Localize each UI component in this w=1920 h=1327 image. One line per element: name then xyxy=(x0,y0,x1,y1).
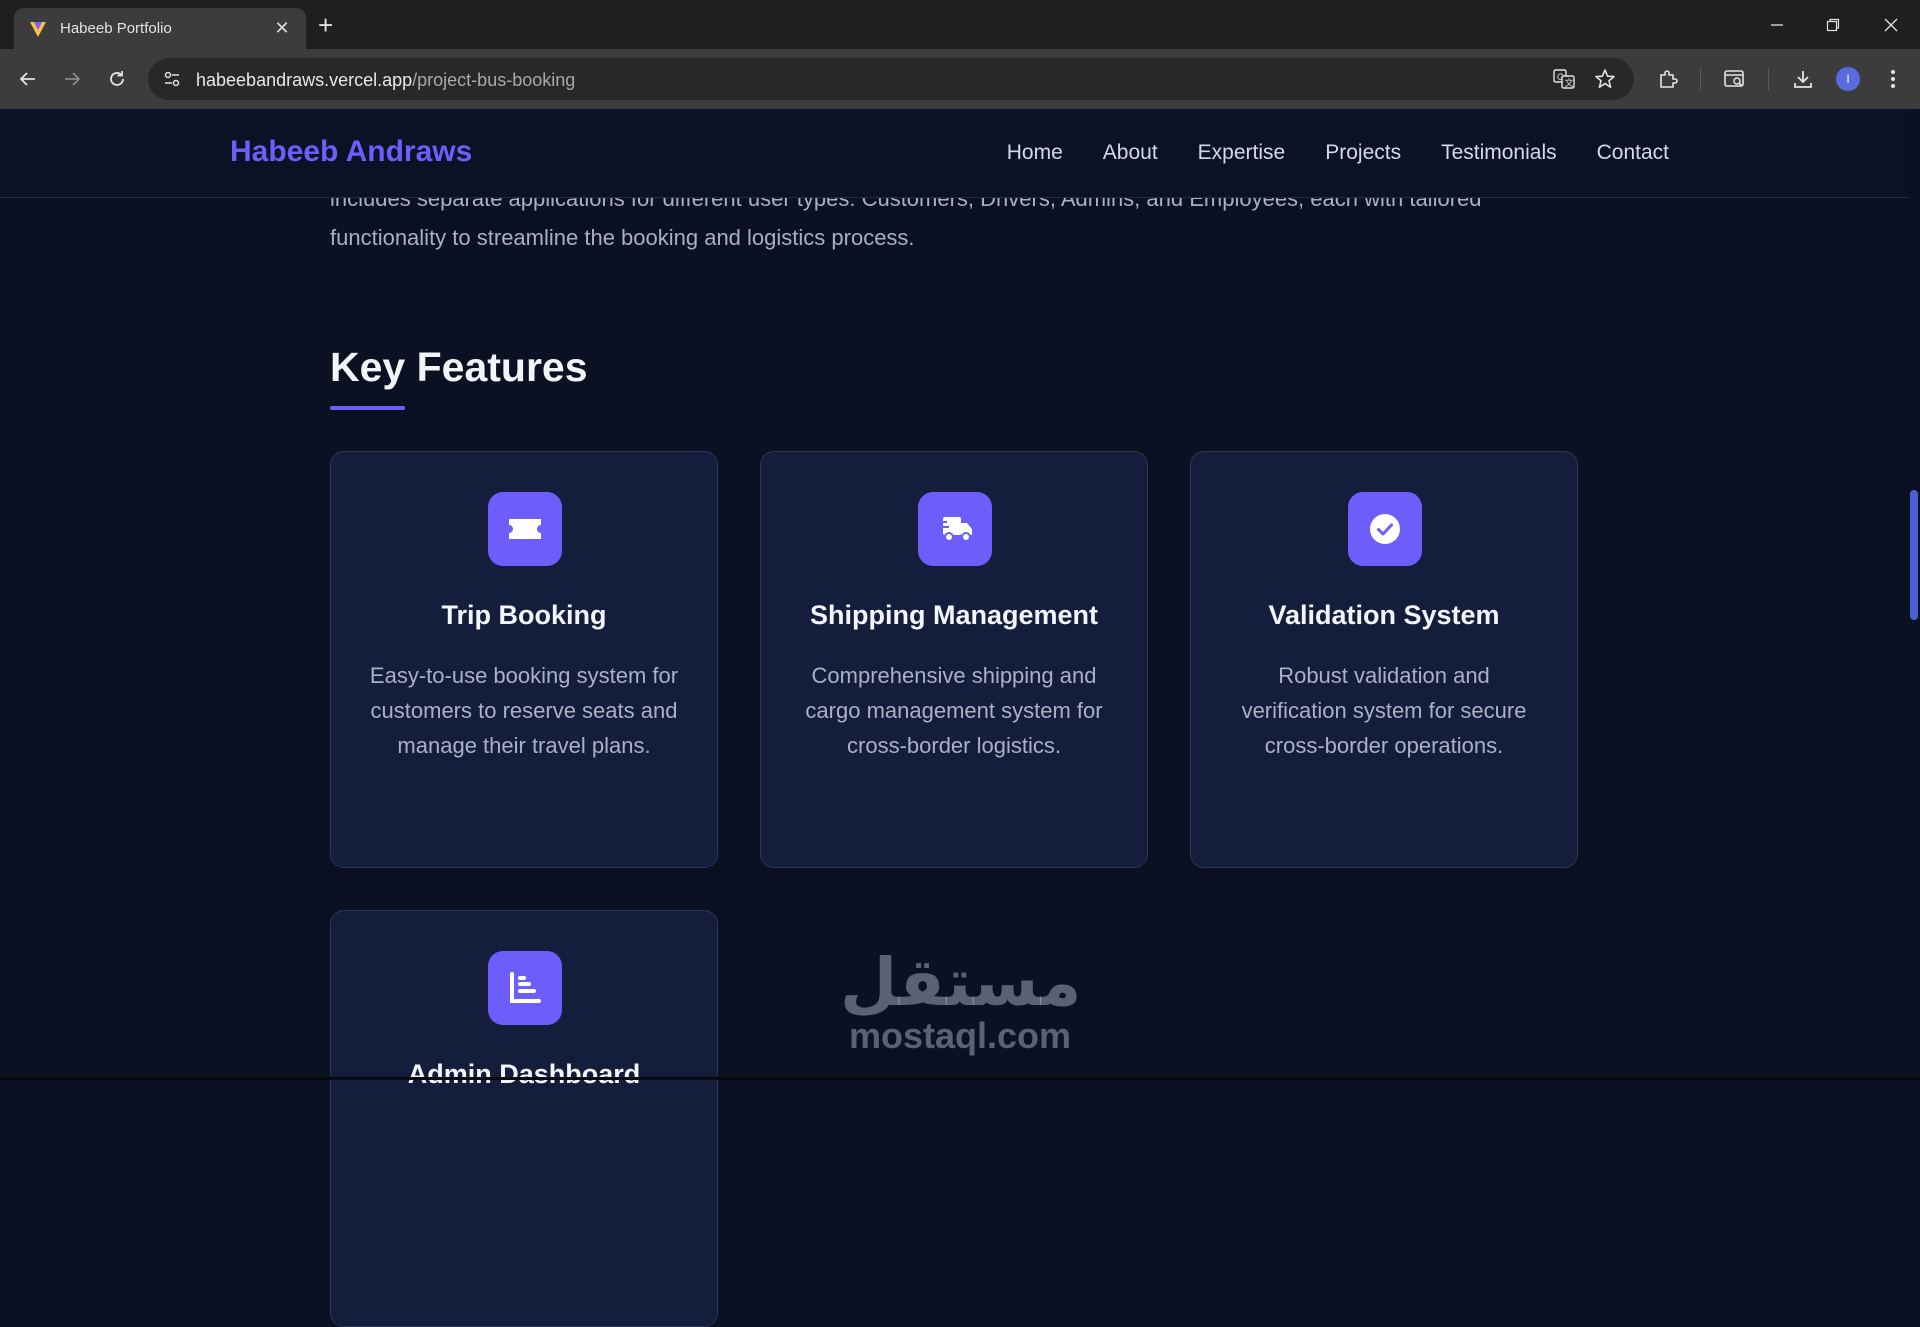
tab-title: Habeeb Portfolio xyxy=(60,20,172,37)
address-bar[interactable]: habeebandraws.vercel.app/project-bus-boo… xyxy=(148,58,1634,100)
nav-testimonials[interactable]: Testimonials xyxy=(1441,141,1557,165)
title-underline xyxy=(330,406,405,410)
page-scrollbar-thumb[interactable] xyxy=(1910,490,1918,620)
forward-arrow-icon[interactable] xyxy=(59,66,85,92)
feature-title: Admin Dashboard xyxy=(407,1059,641,1089)
extensions-puzzle-icon[interactable] xyxy=(1655,66,1681,92)
shipping-truck-icon xyxy=(918,492,992,566)
site-logo[interactable]: Habeeb Andraws xyxy=(230,135,472,169)
vercel-favicon-icon xyxy=(28,19,48,39)
svg-text:文: 文 xyxy=(1565,77,1574,89)
feature-card-shipping-management: Shipping Management Comprehensive shippi… xyxy=(760,451,1148,868)
feature-description: Easy-to-use booking system for customers… xyxy=(369,663,679,758)
feature-title: Trip Booking xyxy=(441,600,607,630)
nav-about[interactable]: About xyxy=(1103,141,1158,165)
browser-menu-icon[interactable] xyxy=(1880,66,1906,92)
browser-toolbar: habeebandraws.vercel.app/project-bus-boo… xyxy=(0,49,1920,109)
nav-expertise[interactable]: Expertise xyxy=(1198,141,1286,165)
translate-icon[interactable]: G文 xyxy=(1553,68,1575,95)
section-title: Key Features xyxy=(330,344,588,390)
feature-description: Robust validation and verification syste… xyxy=(1241,663,1527,758)
ticket-icon xyxy=(488,492,562,566)
mostaql-watermark: مستقل mostaql.com xyxy=(840,944,1082,1056)
profile-avatar[interactable]: I xyxy=(1836,67,1860,91)
tab-search-icon[interactable] xyxy=(1722,66,1748,92)
url-text[interactable]: habeebandraws.vercel.app/project-bus-boo… xyxy=(196,70,575,91)
minimize-icon[interactable] xyxy=(1765,13,1789,37)
check-circle-icon xyxy=(1348,492,1422,566)
intro-line-2: functionality to streamline the booking … xyxy=(330,225,915,250)
site-info-icon[interactable] xyxy=(162,69,182,94)
bookmark-star-icon[interactable] xyxy=(1594,68,1616,95)
nav-projects[interactable]: Projects xyxy=(1325,141,1401,165)
feature-title: Validation System xyxy=(1268,600,1500,630)
feature-card-admin-dashboard: Admin Dashboard xyxy=(330,910,718,1327)
main-nav: Home About Expertise Projects Testimonia… xyxy=(1007,141,1669,165)
nav-contact[interactable]: Contact xyxy=(1597,141,1669,165)
browser-tab-strip: Habeeb Portfolio ✕ + xyxy=(0,0,1920,49)
url-host: habeebandraws.vercel.app xyxy=(196,70,413,90)
watermark-latin-text: mostaql.com xyxy=(848,1015,1072,1056)
chart-icon xyxy=(488,951,562,1025)
browser-tab[interactable]: Habeeb Portfolio ✕ xyxy=(14,8,306,49)
toolbar-separator xyxy=(1700,68,1701,90)
url-path: /project-bus-booking xyxy=(412,70,576,90)
tab-close-icon[interactable]: ✕ xyxy=(272,18,292,39)
download-icon[interactable] xyxy=(1790,66,1816,92)
feature-card-validation-system: Validation System Robust validation and … xyxy=(1190,451,1578,868)
site-header: Habeeb Andraws Home About Expertise Proj… xyxy=(0,109,1909,198)
close-window-icon[interactable] xyxy=(1879,13,1903,37)
back-arrow-icon[interactable] xyxy=(15,66,41,92)
feature-card-trip-booking: Trip Booking Easy-to-use booking system … xyxy=(330,451,718,868)
toolbar-separator xyxy=(1768,68,1769,90)
new-tab-button[interactable]: + xyxy=(318,12,333,38)
restore-icon[interactable] xyxy=(1821,13,1845,37)
watermark-arabic-text: مستقل xyxy=(840,944,1082,1021)
nav-home[interactable]: Home xyxy=(1007,141,1063,165)
reload-icon[interactable] xyxy=(104,66,130,92)
feature-title: Shipping Management xyxy=(809,600,1098,630)
feature-description: Comprehensive shipping and cargo managem… xyxy=(805,663,1103,758)
